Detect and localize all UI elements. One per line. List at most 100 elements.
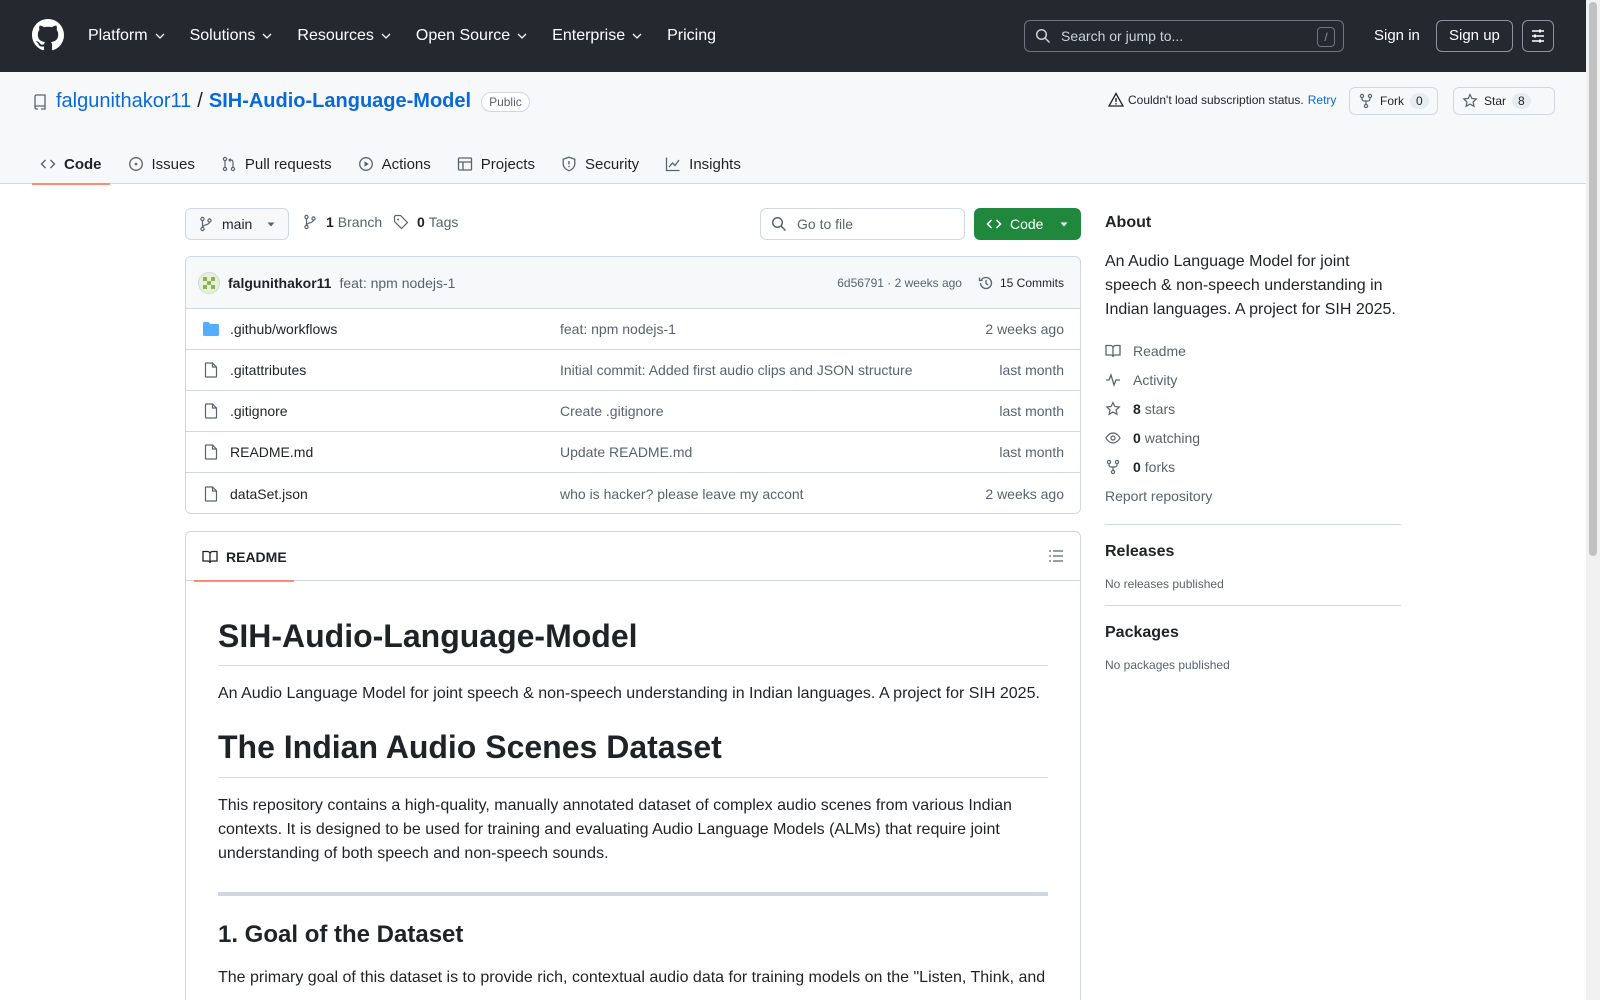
code-dropdown-button[interactable]: Code — [974, 208, 1081, 240]
tab-pull-requests[interactable]: Pull requests — [213, 144, 340, 184]
nav-label: Pricing — [667, 27, 716, 44]
nav-platform[interactable]: Platform — [88, 27, 166, 45]
repo-owner-link[interactable]: falgunithakor11 — [56, 90, 191, 113]
page-scrollbar[interactable] — [1586, 0, 1600, 1000]
tab-projects[interactable]: Projects — [449, 144, 543, 184]
go-to-file-placeholder: Go to file — [797, 216, 854, 232]
watching-link[interactable]: 0 watching — [1105, 423, 1401, 452]
sign-in-link[interactable]: Sign in — [1362, 20, 1432, 52]
tag-icon — [393, 214, 409, 230]
tab-issues[interactable]: Issues — [120, 144, 203, 184]
chevron-down-icon — [381, 33, 391, 39]
graph-icon — [666, 157, 680, 172]
commits-link[interactable]: 15 Commits — [978, 275, 1064, 291]
repo-separator: / — [197, 90, 203, 112]
repo-icon — [34, 93, 46, 110]
commit-author[interactable]: falgunithakor11 — [228, 275, 331, 291]
file-row[interactable]: .gitignore Create .gitignore last month — [186, 391, 1080, 432]
file-row[interactable]: .github/workflows feat: npm nodejs-1 2 w… — [186, 309, 1080, 350]
releases-title[interactable]: Releases — [1105, 543, 1401, 561]
nav-enterprise[interactable]: Enterprise — [552, 27, 643, 45]
readme-link[interactable]: Readme — [1105, 336, 1401, 365]
stars-count: 8 — [1133, 400, 1141, 417]
branch-selector[interactable]: main — [185, 208, 289, 240]
search-input[interactable]: Search or jump to... / — [1024, 20, 1344, 52]
repo-name-link[interactable]: SIH-Audio-Language-Model — [209, 90, 471, 113]
report-repository-link[interactable]: Report repository — [1105, 481, 1401, 510]
commit-hash-age[interactable]: 6d56791 · 2 weeks ago — [837, 276, 962, 290]
menu-button[interactable] — [1522, 20, 1554, 52]
latest-commit: falgunithakor11 feat: npm nodejs-1 6d567… — [186, 257, 1080, 309]
chevron-down-icon — [155, 33, 165, 39]
readme-paragraph: This repository contains a high-quality,… — [218, 796, 1012, 862]
tab-security[interactable]: Security — [553, 144, 647, 184]
activity-link-label: Activity — [1133, 371, 1178, 388]
file-commit-message[interactable]: Initial commit: Added first audio clips … — [560, 362, 999, 378]
scrollbar-thumb[interactable] — [1589, 2, 1597, 556]
nav-pricing[interactable]: Pricing — [667, 27, 716, 45]
avatar[interactable] — [198, 271, 220, 294]
file-commit-message[interactable]: Update README.md — [560, 444, 999, 460]
file-name[interactable]: README.md — [230, 444, 560, 460]
file-browser: falgunithakor11 feat: npm nodejs-1 6d567… — [185, 256, 1081, 514]
tab-actions[interactable]: Actions — [350, 144, 439, 184]
list-icon[interactable] — [1048, 548, 1064, 564]
forks-link[interactable]: 0 forks — [1105, 452, 1401, 481]
shield-icon — [562, 156, 576, 172]
branch-count: 1 — [326, 214, 334, 230]
file-name[interactable]: .gitattributes — [230, 362, 560, 378]
tab-label: Actions — [381, 155, 431, 173]
readme-title: SIH-Audio-Language-Model — [218, 581, 1048, 667]
tab-label: Insights — [689, 155, 741, 173]
readme-tabbar: README — [186, 532, 1080, 582]
nav-resources[interactable]: Resources — [297, 27, 391, 45]
tags-link[interactable]: 0 Tags — [393, 214, 458, 230]
watching-count: 0 — [1133, 429, 1141, 446]
readme-tab[interactable]: README — [194, 532, 294, 582]
github-logo-icon[interactable] — [32, 19, 64, 51]
commit-message[interactable]: feat: npm nodejs-1 — [339, 275, 455, 291]
file-age: 2 weeks ago — [985, 321, 1064, 337]
file-icon — [204, 403, 218, 419]
file-age: last month — [999, 403, 1064, 419]
file-age: last month — [999, 444, 1064, 460]
activity-link[interactable]: Activity — [1105, 365, 1401, 394]
file-row[interactable]: .gitattributes Initial commit: Added fir… — [186, 350, 1080, 391]
file-commit-message[interactable]: feat: npm nodejs-1 — [560, 321, 985, 337]
chevron-down-icon — [632, 33, 642, 39]
forks-count: 0 — [1133, 458, 1141, 475]
file-name[interactable]: .github/workflows — [230, 321, 560, 337]
nav-label: Solutions — [189, 27, 256, 44]
file-name[interactable]: .gitignore — [230, 403, 560, 419]
packages-title[interactable]: Packages — [1105, 624, 1401, 642]
file-row[interactable]: dataSet.json who is hacker? please leave… — [186, 473, 1080, 513]
releases-empty: No releases published — [1105, 577, 1224, 591]
star-icon — [1462, 93, 1478, 108]
branches-link[interactable]: 1 Branch — [302, 214, 382, 230]
fork-button[interactable]: Fork 0 — [1349, 87, 1438, 115]
file-row[interactable]: README.md Update README.md last month — [186, 432, 1080, 473]
file-name[interactable]: dataSet.json — [230, 486, 560, 502]
readme-heading-dataset: The Indian Audio Scenes Dataset — [218, 706, 1048, 778]
retry-link[interactable]: Retry — [1308, 93, 1337, 107]
about-links: Readme Activity 8 stars 0 watching 0 for… — [1105, 336, 1401, 510]
sign-up-button[interactable]: Sign up — [1436, 20, 1513, 52]
readme-heading-goal: 1. Goal of the Dataset — [218, 920, 464, 948]
file-age: 2 weeks ago — [985, 485, 1064, 502]
nav-solutions[interactable]: Solutions — [190, 27, 274, 45]
stars-label: stars — [1144, 400, 1176, 417]
file-commit-message[interactable]: who is hacker? please leave my accont — [560, 486, 985, 502]
go-to-file-input[interactable]: Go to file — [760, 208, 965, 240]
tab-label: Security — [584, 155, 640, 173]
file-commit-message[interactable]: Create .gitignore — [560, 403, 999, 419]
tab-label: Pull requests — [244, 155, 332, 173]
star-button[interactable]: Star 8 — [1453, 87, 1555, 115]
table-icon — [457, 157, 472, 171]
code-button-label: Code — [1010, 216, 1044, 232]
tab-insights[interactable]: Insights — [657, 144, 749, 184]
stars-link[interactable]: 8 stars — [1105, 394, 1401, 423]
issue-icon — [128, 157, 143, 171]
nav-open-source[interactable]: Open Source — [416, 27, 528, 45]
readme-content: SIH-Audio-Language-Model An Audio Langua… — [186, 581, 1080, 990]
tab-code[interactable]: Code — [32, 144, 110, 185]
